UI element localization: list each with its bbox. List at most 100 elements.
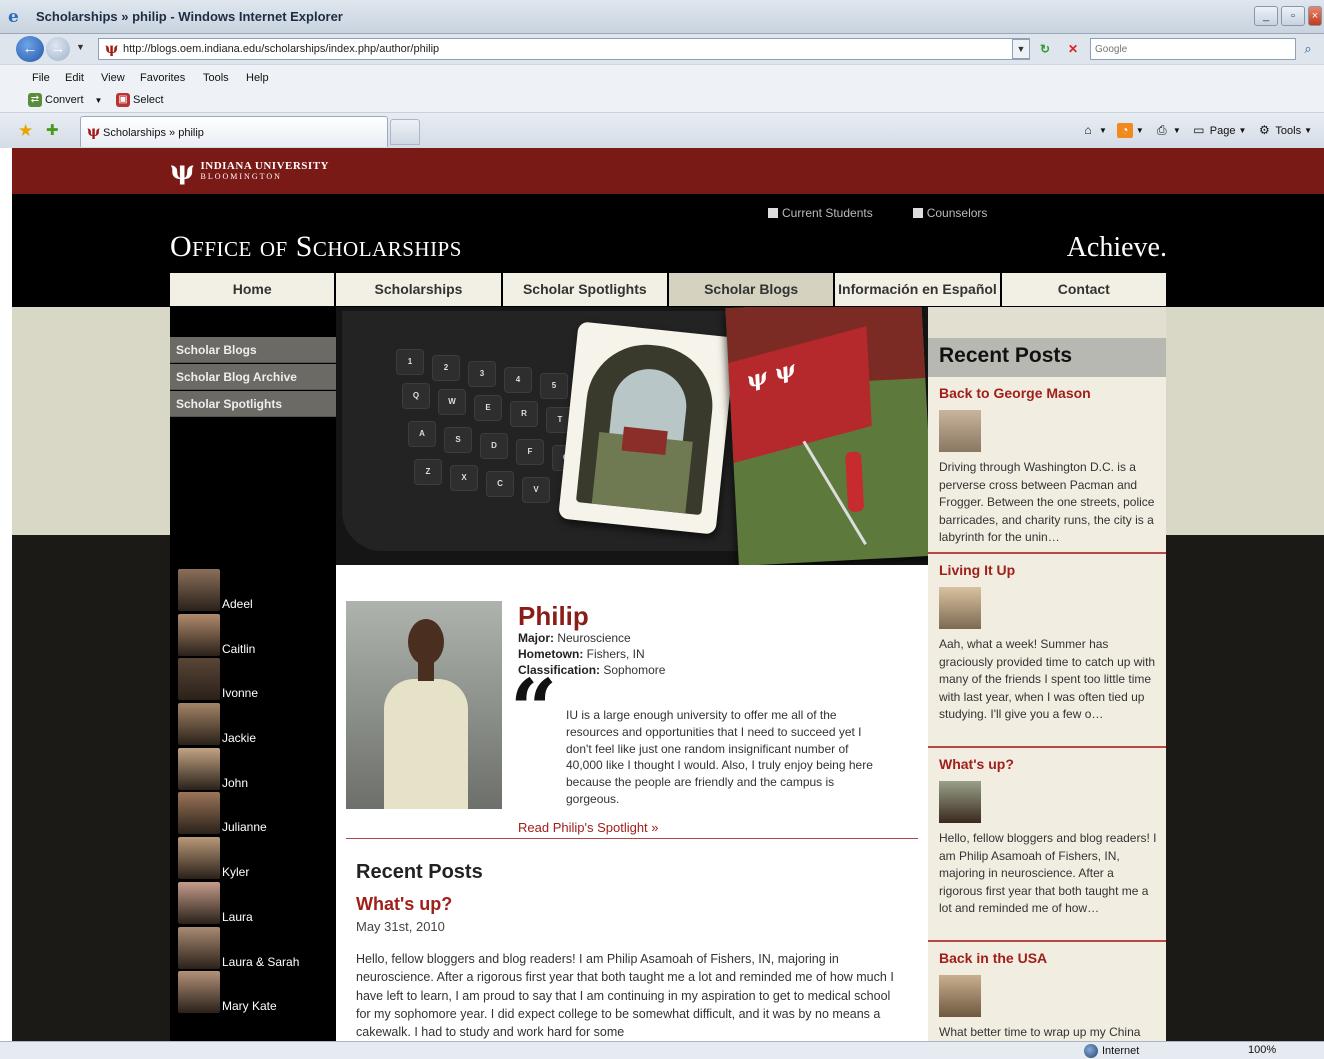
page-icon: ▭ [1193, 123, 1205, 137]
tools-menu-button[interactable]: ⚙ Tools ▼ [1256, 123, 1312, 138]
campus-name: BLOOMINGTON [200, 172, 282, 181]
menu-favorites[interactable]: Favorites [140, 72, 185, 84]
blogger-list: Adeel Caitlin Ivonne Jackie John Julianne Kyle… [178, 569, 336, 1016]
new-tab-button[interactable] [390, 119, 420, 145]
bullet-square-icon [768, 208, 778, 218]
sidebar-post-title[interactable]: Back to George Mason [939, 385, 1091, 401]
main-nav: Home Scholarships Scholar Spotlights Sch… [170, 273, 1166, 306]
nav-contact[interactable]: Contact [1001, 273, 1166, 306]
address-dropdown-icon[interactable]: ▼ [1012, 39, 1030, 59]
site-title[interactable]: Office of Scholarships [170, 230, 462, 264]
search-input[interactable] [1095, 40, 1275, 58]
nav-scholar-spotlights[interactable]: Scholar Spotlights [502, 273, 669, 306]
security-zone[interactable]: Internet [1084, 1044, 1139, 1058]
keyboard-key: Z [414, 459, 442, 485]
avatar [178, 971, 220, 1014]
convert-button[interactable]: ⇄ Convert ▼ [28, 93, 102, 107]
blogger-item[interactable]: Ivonne [178, 658, 336, 703]
avatar [939, 587, 981, 629]
post-title[interactable]: What's up? [356, 894, 452, 915]
nav-home[interactable]: Home [170, 273, 337, 306]
keyboard-key: F [516, 439, 544, 465]
add-favorites-icon[interactable]: ✚ [46, 121, 59, 139]
select-button[interactable]: ▣ Select [116, 93, 164, 107]
avatar [178, 792, 220, 835]
avatar [178, 658, 220, 701]
major-value: Neuroscience [557, 631, 631, 645]
menu-edit[interactable]: Edit [65, 72, 84, 84]
nav-espanol[interactable]: Información en Español [835, 273, 1002, 306]
spotlight-link[interactable]: Read Philip's Spotlight » [518, 820, 659, 835]
nav-scholar-blogs[interactable]: Scholar Blogs [668, 273, 836, 306]
close-icon[interactable]: × [1308, 6, 1322, 26]
avatar [178, 747, 220, 790]
address-url[interactable]: http://blogs.oem.indiana.edu/scholarship… [123, 43, 439, 55]
convert-dropdown-icon[interactable]: ▼ [95, 96, 103, 105]
menu-file[interactable]: File [32, 72, 50, 84]
nav-scholarships[interactable]: Scholarships [336, 273, 503, 306]
blogger-item[interactable]: Julianne [178, 792, 336, 837]
favorites-star-icon[interactable]: ★ [18, 121, 33, 141]
blogger-item[interactable]: Mary Kate [178, 971, 336, 1016]
tab-label: Scholarships » philip [103, 127, 204, 139]
blogger-item[interactable]: John [178, 747, 336, 793]
tab-scholarships[interactable]: ψ Scholarships » philip [80, 116, 388, 147]
forward-button[interactable]: → [46, 37, 70, 61]
subnav-scholar-blogs[interactable]: Scholar Blogs [170, 337, 336, 363]
menu-view[interactable]: View [101, 72, 125, 84]
current-students-label: Current Students [782, 206, 873, 220]
maximize-icon[interactable]: ▫ [1281, 6, 1305, 26]
blogger-item[interactable]: Jackie [178, 703, 336, 748]
link-current-students[interactable]: Current Students [768, 206, 873, 220]
tab-bar: ★ ✚ ψ Scholarships » philip ⌂ ▼ ◔ ▼ ⎙ ▼ ▭ Pa… [0, 112, 1324, 148]
stop-icon[interactable]: ✕ [1064, 40, 1082, 58]
avatar [178, 613, 220, 656]
blogger-item[interactable]: Caitlin [178, 613, 336, 659]
sidebar-post-title[interactable]: Living It Up [939, 562, 1015, 578]
keyboard-key: E [474, 395, 502, 421]
subnav-scholar-spotlights[interactable]: Scholar Spotlights [170, 391, 336, 417]
blogger-item[interactable]: Laura [178, 881, 336, 927]
sidebar-post-title[interactable]: Back in the USA [939, 950, 1047, 966]
search-field[interactable] [1090, 38, 1296, 60]
minimize-icon[interactable]: _ [1254, 6, 1278, 26]
blogger-item[interactable]: Adeel [178, 569, 336, 614]
major-label: Major: [518, 631, 554, 645]
link-counselors[interactable]: Counselors [912, 206, 987, 220]
subnav-blog-archive[interactable]: Scholar Blog Archive [170, 364, 336, 390]
sidebar-post-excerpt: Driving through Washington D.C. is a per… [939, 460, 1155, 545]
avatar [939, 975, 981, 1017]
recent-pages-dropdown-icon[interactable]: ▼ [76, 42, 85, 52]
feeds-button[interactable]: ◔ ▼ [1116, 123, 1144, 138]
iu-logo[interactable]: ψ INDIANA UNIVERSITY BLOOMINGTON [170, 158, 329, 184]
blogger-item[interactable]: Kyler [178, 837, 336, 882]
zoom-level[interactable]: 100% [1248, 1044, 1276, 1056]
tools-menu-label: Tools [1275, 124, 1302, 137]
print-button[interactable]: ⎙ ▼ [1154, 123, 1181, 138]
avatar [178, 569, 220, 611]
photo-shirt [384, 679, 468, 809]
menu-help[interactable]: Help [246, 72, 269, 84]
page-menu-button[interactable]: ▭ Page ▼ [1191, 123, 1246, 138]
home-button[interactable]: ⌂ ▼ [1080, 123, 1107, 138]
sidebar-post-title[interactable]: What's up? [939, 756, 1014, 772]
select-label: Select [133, 94, 164, 106]
sidebar-post: Back in the USA What better time to wrap… [928, 942, 1166, 1041]
menu-tools[interactable]: Tools [203, 72, 229, 84]
keyboard-key: 2 [432, 355, 460, 381]
refresh-icon[interactable]: ↻ [1036, 40, 1054, 58]
sidebar-post-excerpt: What better time to wrap up my China [939, 1025, 1141, 1039]
sidebar-post: What's up? Hello, fellow bloggers and bl… [928, 748, 1166, 942]
keyboard-key: C [486, 471, 514, 497]
search-icon[interactable]: ⌕ [1298, 39, 1318, 59]
profile-hometown: Hometown: Fishers, IN [518, 647, 645, 661]
flag-runner-photo: ψ ψ [725, 307, 928, 565]
address-field[interactable]: ψ http://blogs.oem.indiana.edu/scholarsh… [98, 38, 1030, 60]
recent-posts-heading: Recent Posts [356, 861, 483, 883]
classification-value: Sophomore [603, 663, 666, 677]
bullet-square-icon [912, 208, 923, 218]
back-button[interactable]: ← [16, 36, 44, 62]
avatar [178, 926, 220, 969]
blogger-item[interactable]: Laura & Sarah [178, 926, 336, 972]
left-column: Scholar Blogs Scholar Blog Archive Schol… [170, 307, 336, 1041]
